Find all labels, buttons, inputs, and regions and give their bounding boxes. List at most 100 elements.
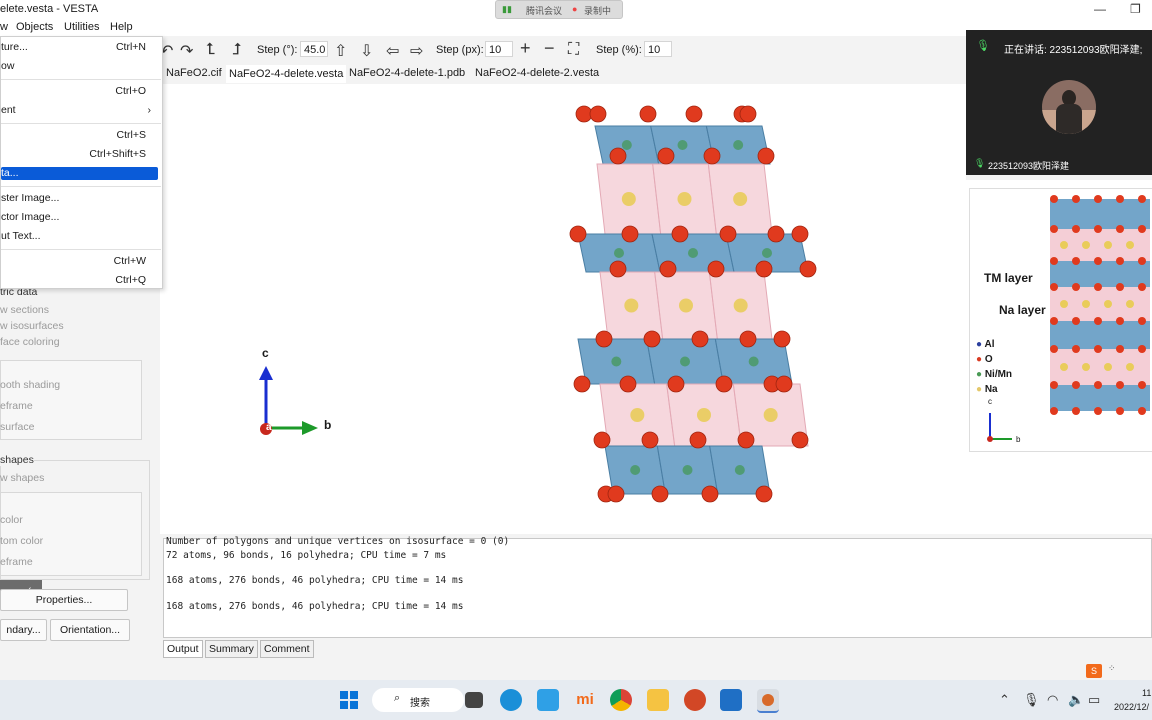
ref-oxygen-atom — [1116, 317, 1124, 325]
ref-oxygen-atom — [1050, 381, 1058, 389]
battery-icon[interactable]: ▭ — [1088, 692, 1100, 708]
surface-radio[interactable]: surface — [0, 421, 34, 433]
photos-icon[interactable] — [720, 689, 742, 711]
boundary-button[interactable]: ndary... — [0, 619, 47, 641]
menu-view[interactable]: w — [0, 21, 8, 33]
arrow-left-icon[interactable]: ⇦ — [386, 41, 399, 61]
oxygen-atom — [715, 375, 733, 393]
arrow-right-icon[interactable]: ⇨ — [410, 41, 423, 61]
show-shapes-checkbox[interactable]: w shapes — [0, 472, 44, 484]
ref-oxygen-atom — [1138, 345, 1146, 353]
ref-tm-layer — [1050, 321, 1150, 349]
tab-comment[interactable]: Comment — [260, 640, 314, 658]
fit-view-icon[interactable]: ⛶ — [568, 41, 579, 59]
vesta-icon[interactable] — [757, 689, 779, 713]
menu-item-9[interactable]: ut Text... — [1, 230, 41, 242]
arrow-up-icon[interactable]: ⇧ — [334, 41, 347, 61]
menu-item-3[interactable]: ent — [1, 104, 16, 116]
menu-item-8[interactable]: ctor Image... — [1, 211, 59, 223]
rotate-up-right-icon[interactable]: ⮥ — [232, 41, 241, 59]
legend-al-dot-icon: ● — [976, 339, 983, 350]
step-deg-input[interactable]: 45.0 — [300, 41, 328, 57]
file-menu-dropdown: ture... Ctrl+N ow Ctrl+O ent › Ctrl+S Ctrl+Shif… — [0, 36, 163, 289]
oxygen-atom — [575, 105, 593, 123]
reference-axis-c: c — [988, 397, 992, 406]
edge-icon[interactable] — [500, 689, 522, 711]
tab-nafeo2-4-delete-1-pdb[interactable]: NaFeO2-4-delete-1.pdb — [349, 67, 465, 79]
properties-button[interactable]: Properties... — [0, 589, 128, 611]
zoom-in-icon[interactable]: + — [520, 38, 531, 59]
oxygen-atom — [791, 431, 809, 449]
ref-na-atom — [1126, 363, 1134, 371]
tab-summary[interactable]: Summary — [205, 640, 258, 658]
show-isosurfaces-checkbox[interactable]: w isosurfaces — [0, 320, 64, 332]
more-icon[interactable]: ⁘ — [1108, 663, 1116, 674]
structure-viewer[interactable]: c b a — [160, 84, 966, 534]
color-radio[interactable]: color — [0, 514, 23, 526]
rotate-up-left-icon[interactable]: ⮤ — [206, 41, 215, 59]
step-px-input[interactable]: 10 — [485, 41, 513, 57]
ref-na-atom — [1082, 241, 1090, 249]
legend-o-dot-icon: ● — [976, 354, 983, 365]
ref-oxygen-atom — [1050, 407, 1058, 415]
shape-wireframe-radio[interactable]: eframe — [0, 556, 33, 568]
tab-nafeo2-4-delete-2-vesta[interactable]: NaFeO2-4-delete-2.vesta — [475, 67, 599, 79]
task-view-icon[interactable] — [465, 692, 483, 708]
search-box[interactable]: ⌕ 搜索 — [372, 688, 464, 712]
wireframe-radio[interactable]: eframe — [0, 400, 33, 412]
clock-date[interactable]: 2022/12/ — [1114, 702, 1149, 712]
volume-icon[interactable]: 🔈 — [1068, 692, 1084, 708]
file-explorer-icon[interactable] — [647, 689, 669, 711]
clock-time[interactable]: 11 — [1142, 688, 1151, 698]
tm-atom — [682, 465, 693, 475]
menu-item-6[interactable]: ta... — [1, 167, 19, 179]
step-deg-label: Step (°): — [257, 44, 298, 56]
crystal-structure[interactable] — [160, 84, 966, 534]
legend-na-dot-icon: ● — [976, 384, 983, 395]
tm-atom — [748, 356, 759, 367]
oxygen-atom — [755, 260, 773, 278]
minimize-icon[interactable]: — — [1094, 2, 1106, 16]
ref-oxygen-atom — [1050, 345, 1058, 353]
tab-nafeo2-4-delete-vesta[interactable]: NaFeO2-4-delete.vesta — [226, 65, 347, 83]
legend-item-al: ● Al — [976, 339, 1012, 354]
ime-icon[interactable]: S — [1086, 664, 1102, 678]
video-tile[interactable]: 🎙 正在讲话: 223512093欧阳泽建; 🎙 223512093欧阳泽建 — [966, 30, 1152, 175]
tab-nafeo2-cif[interactable]: NaFeO2.cif — [166, 67, 222, 79]
chevron-up-icon[interactable]: ⌃ — [999, 692, 1010, 708]
meeting-indicator[interactable]: ▮▮ 腾讯会议 ● 录制中 — [495, 0, 623, 19]
start-icon[interactable] — [338, 689, 360, 711]
mi-icon[interactable]: mi — [574, 689, 596, 711]
ref-na-atom — [1104, 300, 1112, 308]
step-pct-input[interactable]: 10 — [644, 41, 672, 57]
rotate-right-icon[interactable]: ↷ — [180, 41, 193, 61]
menu-utilities[interactable]: Utilities — [64, 21, 99, 33]
recording-icon: ● — [572, 4, 578, 14]
menu-help[interactable]: Help — [110, 21, 133, 33]
store-icon[interactable] — [537, 689, 559, 711]
tm-atom — [630, 465, 641, 475]
tab-output[interactable]: Output — [163, 640, 203, 658]
menu-objects[interactable]: Objects — [16, 21, 53, 33]
orientation-button[interactable]: Orientation... — [50, 619, 130, 641]
surface-coloring-checkbox[interactable]: face coloring — [0, 336, 60, 348]
menu-item-0[interactable]: ture... — [1, 41, 28, 53]
arrow-down-icon[interactable]: ⇩ — [360, 41, 373, 61]
zoom-out-icon[interactable]: − — [544, 38, 555, 59]
ref-oxygen-atom — [1138, 317, 1146, 325]
menu-highlight — [1, 167, 158, 180]
show-sections-checkbox[interactable]: w sections — [0, 304, 49, 316]
restore-icon[interactable]: ❐ — [1130, 2, 1141, 16]
atom-color-radio[interactable]: tom color — [0, 535, 43, 547]
powerpoint-icon[interactable] — [684, 689, 706, 711]
microphone-icon[interactable]: 🎙 — [1023, 692, 1040, 708]
menu-shortcut-2: Ctrl+O — [115, 85, 146, 97]
smooth-shading-radio[interactable]: ooth shading — [0, 379, 60, 391]
menu-item-1[interactable]: ow — [1, 60, 14, 72]
chrome-icon[interactable] — [610, 689, 632, 711]
title-bar: elete.vesta - VESTA ▮▮ 腾讯会议 ● 录制中 — ❐ — [0, 0, 1152, 20]
menu-item-7[interactable]: ster Image... — [1, 192, 59, 204]
axis-a-label: a — [266, 422, 272, 433]
oxygen-atom — [773, 330, 791, 348]
wifi-icon[interactable]: ◠ — [1047, 692, 1058, 708]
